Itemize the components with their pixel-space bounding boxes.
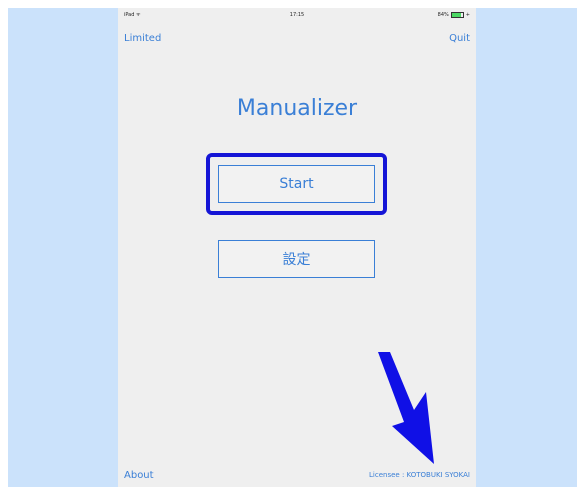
status-bar: iPad ᯤ 17:15 84% + [118, 8, 476, 22]
status-battery: 84% + [438, 12, 470, 18]
licensee-label: Licensee : KOTOBUKI SYOKAI [369, 471, 470, 479]
pointer-arrow-icon [378, 352, 434, 464]
status-time: 17:15 [289, 12, 305, 18]
about-button[interactable]: About [124, 470, 154, 481]
battery-icon [450, 12, 464, 18]
battery-fill [451, 13, 462, 17]
start-button[interactable]: Start [218, 165, 375, 203]
battery-percent: 84% [437, 12, 449, 18]
app-title: Manualizer [236, 96, 358, 121]
arrow-shape [378, 352, 434, 464]
limited-button[interactable]: Limited [124, 33, 161, 44]
settings-button[interactable]: 設定 [218, 240, 375, 278]
charging-icon: + [465, 11, 470, 18]
quit-button[interactable]: Quit [449, 33, 470, 44]
